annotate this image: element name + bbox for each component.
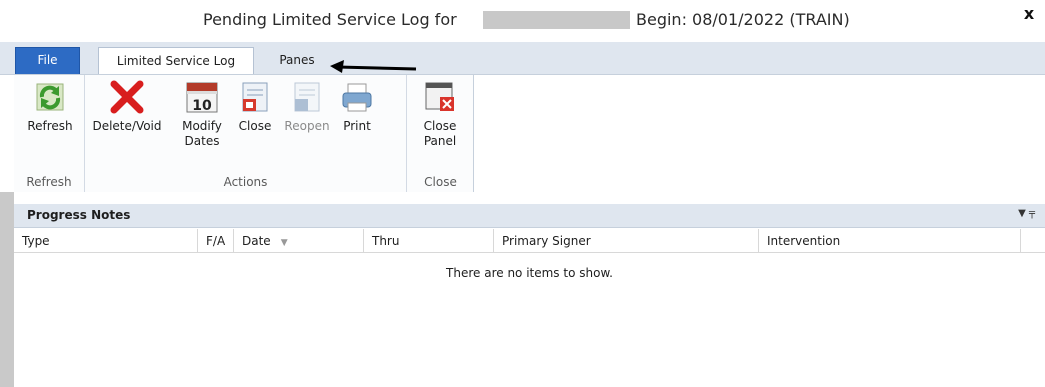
column-date-label: Date [242,234,271,248]
tab-file[interactable]: File [15,47,80,74]
refresh-label: Refresh [27,119,73,133]
tab-panes[interactable]: Panes [264,47,330,74]
close-log-button[interactable]: Close [234,79,276,134]
reopen-button[interactable]: Reopen [281,79,333,134]
refresh-icon [36,83,64,111]
modify-dates-button[interactable]: 10 Modify Dates [180,79,224,149]
close-panel-label-line2: Panel [423,134,457,148]
title-bar: Pending Limited Service Log for Begin: 0… [0,0,1045,42]
modify-dates-label-line2: Dates [184,134,220,148]
column-primary-signer[interactable]: Primary Signer [494,229,759,253]
left-pane-border [0,192,14,387]
refresh-button[interactable]: Refresh [24,79,76,134]
panel-header: Progress Notes ▼ ╤ [14,204,1045,228]
panel-title: Progress Notes [27,208,131,222]
redacted-client-name [483,11,630,29]
empty-list-message: There are no items to show. [446,266,613,280]
annotation-arrow-icon [330,60,417,73]
ribbon: Refresh Refresh Delete/Void 10 Modify Da… [0,74,1045,193]
panel-pin-icon[interactable]: ▼ ╤ [1018,208,1035,219]
ribbon-group-close: Close Panel Close [407,75,474,193]
column-intervention[interactable]: Intervention [759,229,1021,253]
delete-void-label: Delete/Void [92,119,162,133]
column-date[interactable]: Date ▼ [234,229,364,253]
group-label-close: Close [424,175,457,189]
column-fa[interactable]: F/A [198,229,234,253]
close-document-icon [242,82,268,112]
window-title-prefix: Pending Limited Service Log for [203,10,457,29]
delete-void-button[interactable]: Delete/Void [91,79,163,134]
sort-desc-icon: ▼ [280,238,288,248]
table-header: Type F/A Date ▼ Thru Primary Signer Inter… [14,229,1045,253]
delete-x-icon [110,80,144,114]
column-thru[interactable]: Thru [364,229,494,253]
reopen-label: Reopen [284,119,330,133]
svg-text:10: 10 [192,98,212,114]
close-panel-icon [425,82,454,111]
ribbon-group-actions: Delete/Void 10 Modify Dates Close Reopen… [85,75,407,193]
ribbon-group-refresh: Refresh Refresh [14,75,85,193]
printer-icon [342,83,372,112]
group-label-actions: Actions [223,175,268,189]
calendar-icon: 10 [186,82,218,114]
column-type[interactable]: Type [14,229,198,253]
window-title-begin-date: Begin: 08/01/2022 (TRAIN) [636,10,850,29]
ribbon-tab-bar: File Limited Service Log Panes [0,42,1045,75]
progress-notes-panel: Progress Notes ▼ ╤ Type F/A Date ▼ Thru P… [14,192,1045,387]
close-panel-button[interactable]: Close Panel [417,79,463,149]
close-panel-label-line1: Close [423,119,457,133]
modify-dates-label-line1: Modify [182,119,222,133]
tab-limited-service-log[interactable]: Limited Service Log [98,47,254,75]
close-log-label: Close [238,119,272,133]
reopen-document-icon [294,82,320,112]
close-window-button[interactable]: x [1013,2,1045,26]
print-label: Print [343,119,371,133]
group-label-refresh: Refresh [26,175,72,189]
print-button[interactable]: Print [337,79,377,134]
